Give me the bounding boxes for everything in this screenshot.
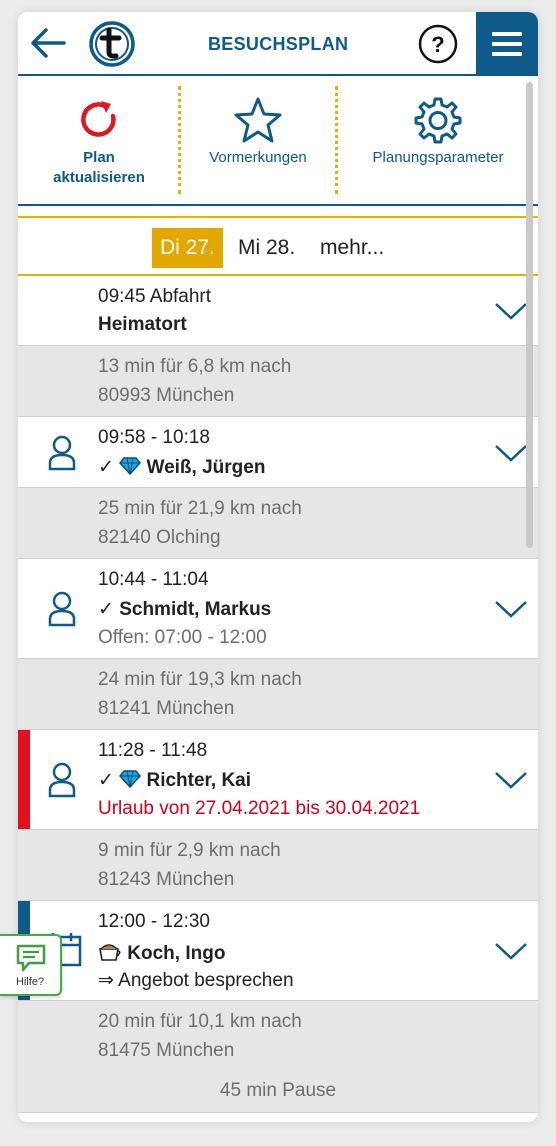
travel-destination: 80993 München xyxy=(98,385,235,406)
person-icon xyxy=(48,435,76,471)
person-icon xyxy=(48,591,76,627)
visit-item[interactable]: 09:58 - 10:18 ✓ Weiß, Jürgen xyxy=(18,417,538,488)
date-tabs: Di 27. Mi 28. mehr... xyxy=(18,216,538,276)
help-widget-button[interactable]: Hilfe? xyxy=(0,934,62,996)
chevron-down-icon[interactable] xyxy=(494,599,528,619)
bookmarks-label: Vormerkungen xyxy=(209,149,307,166)
chat-bubble-icon xyxy=(16,944,46,972)
appointment-customer-name: Koch, Ingo xyxy=(127,943,226,964)
visit-time: 10:44 - 11:04 xyxy=(98,569,209,590)
update-plan-label: Plan aktualisieren xyxy=(53,149,145,186)
gear-icon xyxy=(414,97,462,144)
appointment-note: ⇒ Angebot besprechen xyxy=(98,970,294,991)
date-tab-more[interactable]: mehr... xyxy=(320,228,384,268)
action-toolbar: Plan aktualisieren Vormerkungen Planungs… xyxy=(18,76,538,206)
visit-customer-name: Richter, Kai xyxy=(146,770,252,791)
page-title: BESUCHSPLAN xyxy=(208,34,349,54)
visit-time: 09:58 - 10:18 xyxy=(98,427,210,448)
travel-duration: 13 min für 6,8 km nach xyxy=(98,356,292,377)
help-icon[interactable]: ? xyxy=(418,24,458,64)
date-tab-active[interactable]: Di 27. xyxy=(152,228,223,268)
refresh-icon xyxy=(81,101,116,137)
visit-customer: ✓ Weiß, Jürgen xyxy=(98,456,265,479)
hamburger-menu-button[interactable] xyxy=(476,12,538,76)
travel-segment: 25 min für 21,9 km nach 82140 Olching xyxy=(18,488,538,559)
visit-customer-name: Weiß, Jürgen xyxy=(146,457,266,478)
planning-parameters-button[interactable]: Planungsparameter xyxy=(338,76,538,206)
update-plan-button[interactable]: Plan aktualisieren xyxy=(18,76,180,206)
travel-duration: 25 min für 21,9 km nach xyxy=(98,498,302,519)
travel-segment: 20 min für 10,1 km nach 81475 München 45… xyxy=(18,1001,538,1113)
travel-duration: 9 min für 2,9 km nach xyxy=(98,840,281,861)
scrollbar[interactable] xyxy=(526,82,533,548)
travel-segment: 9 min für 2,9 km nach 81243 München xyxy=(18,830,538,901)
travel-segment: 13 min für 6,8 km nach 80993 München xyxy=(18,346,538,417)
back-arrow-icon[interactable] xyxy=(28,25,68,61)
travel-duration: 24 min für 19,3 km nach xyxy=(98,669,302,690)
check-mark: ✓ xyxy=(98,599,114,620)
visit-note: Offen: 07:00 - 12:00 xyxy=(98,627,267,648)
alert-indicator-bar xyxy=(18,730,30,829)
star-icon xyxy=(234,97,282,143)
start-name: Heimatort xyxy=(98,314,187,335)
travel-duration: 20 min für 10,1 km nach xyxy=(98,1011,302,1032)
svg-text:?: ? xyxy=(431,32,444,57)
person-icon xyxy=(48,762,76,798)
date-tab-next[interactable]: Mi 28. xyxy=(238,228,295,268)
app-header: BESUCHSPLAN ? xyxy=(18,12,538,76)
visit-item[interactable]: 11:28 - 11:48 ✓ Richter, Kai Urlaub von … xyxy=(18,730,538,830)
travel-destination: 81243 München xyxy=(98,869,235,890)
travel-destination: 81241 München xyxy=(98,698,235,719)
chevron-down-icon[interactable] xyxy=(494,443,528,463)
start-item[interactable]: 09:45 Abfahrt Heimatort xyxy=(18,276,538,346)
start-time: 09:45 Abfahrt xyxy=(98,286,212,307)
pause-label: 45 min Pause xyxy=(219,1080,337,1101)
visit-note: Urlaub von 27.04.2021 bis 30.04.2021 xyxy=(98,798,421,819)
diamond-icon xyxy=(119,770,142,789)
check-mark: ✓ xyxy=(98,770,114,791)
travel-destination: 81475 München xyxy=(98,1040,235,1061)
visit-customer: ✓ Schmidt, Markus xyxy=(98,598,271,621)
chevron-down-icon[interactable] xyxy=(494,941,528,961)
visit-customer: ✓ Richter, Kai xyxy=(98,769,251,792)
help-widget-label: Hilfe? xyxy=(15,976,45,988)
appointment-item[interactable]: 12:00 - 12:30 Koch, Ingo ⇒ Angebot bespr… xyxy=(18,901,538,1001)
visit-time: 11:28 - 11:48 xyxy=(98,740,208,761)
visit-customer-name: Schmidt, Markus xyxy=(119,599,272,620)
diamond-icon xyxy=(119,457,142,476)
app-frame: BESUCHSPLAN ? Plan aktualisieren Vormerk… xyxy=(18,12,538,1122)
visit-item[interactable]: 10:44 - 11:04 ✓ Schmidt, Markus Offen: 0… xyxy=(18,559,538,659)
planning-parameters-label: Planungsparameter xyxy=(372,149,504,166)
appointment-time: 12:00 - 12:30 xyxy=(98,911,210,932)
app-logo-icon xyxy=(89,21,135,67)
coffee-cup-icon xyxy=(99,944,121,961)
travel-segment: 24 min für 19,3 km nach 81241 München xyxy=(18,659,538,730)
appointment-customer: Koch, Ingo xyxy=(98,940,225,965)
chevron-down-icon[interactable] xyxy=(494,770,528,790)
chevron-down-icon[interactable] xyxy=(494,301,528,321)
check-mark: ✓ xyxy=(98,457,114,478)
travel-destination: 82140 Olching xyxy=(98,527,221,548)
bookmarks-button[interactable]: Vormerkungen xyxy=(180,76,336,206)
